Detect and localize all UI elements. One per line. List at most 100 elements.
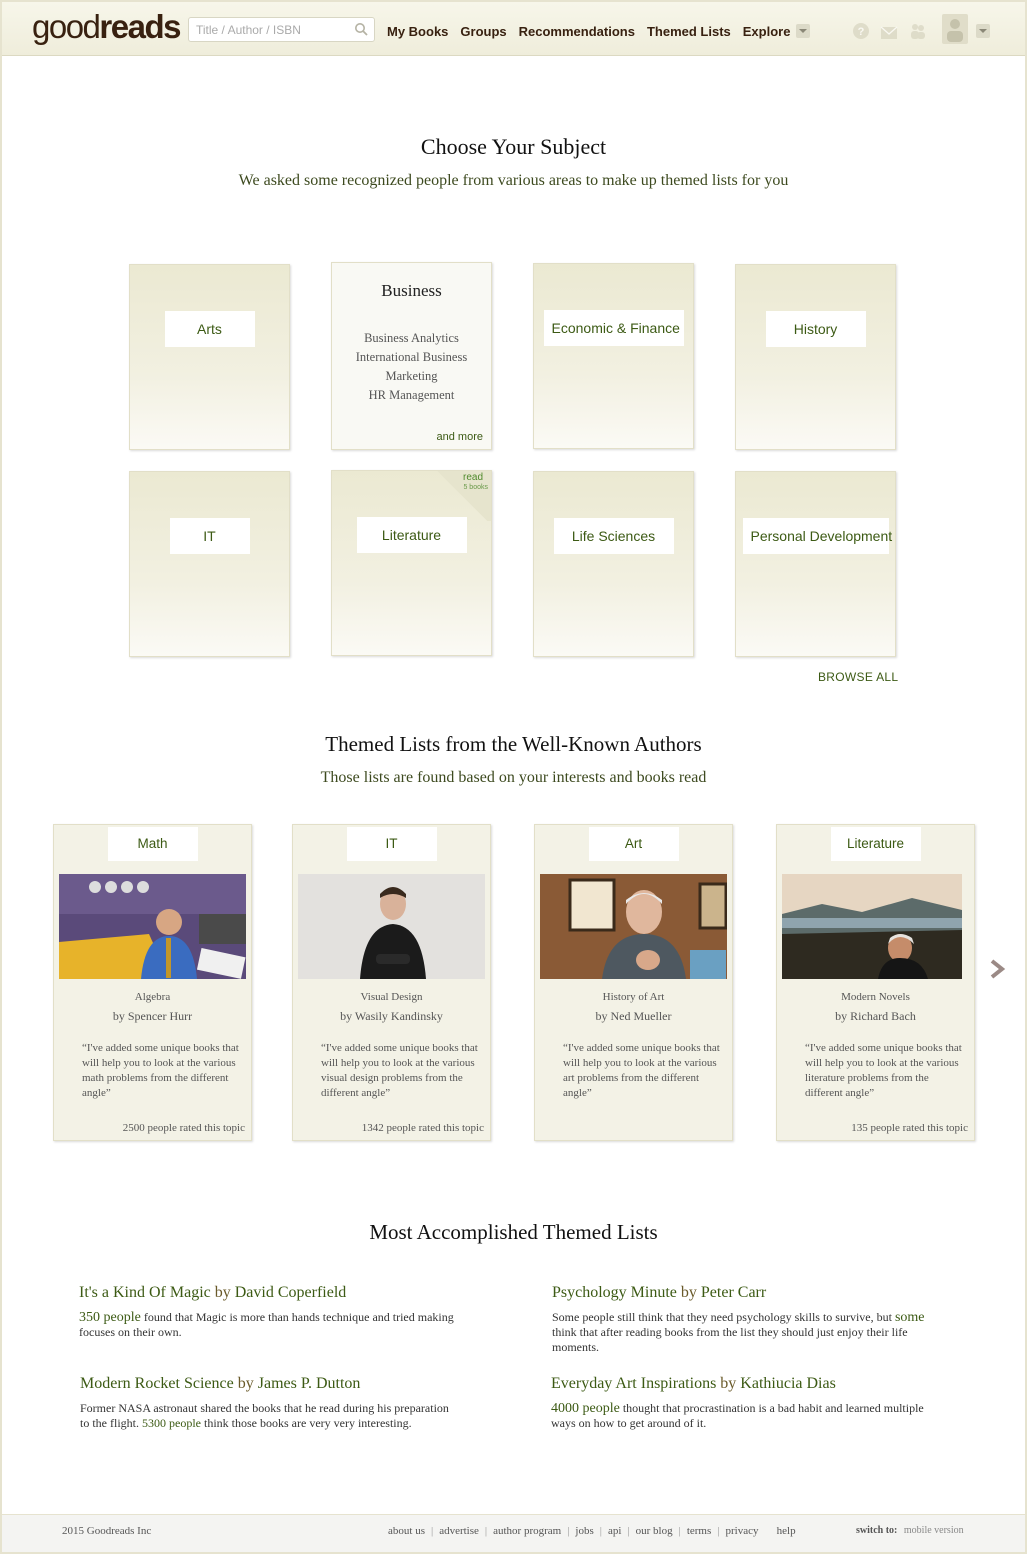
switch-label: switch to: — [856, 1525, 898, 1536]
author-card-it[interactable]: IT Visual Design by Wasily Kandinsky “I'… — [292, 824, 491, 1141]
list-description: 4000 people thought that procrastination… — [551, 1401, 924, 1430]
subject-label[interactable]: Economic & Finance — [543, 310, 684, 346]
authors-subtitle: Those lists are found based on your inte… — [320, 769, 707, 786]
list-title[interactable]: It's a Kind Of Magic by David Coperfield — [79, 1284, 469, 1302]
card-author[interactable]: by Spencer Hurr — [54, 1009, 251, 1024]
subject-label[interactable]: History — [765, 311, 866, 347]
list-title[interactable]: Modern Rocket Science by James P. Dutton — [80, 1375, 456, 1393]
divider: | — [717, 1525, 720, 1537]
nav-explore[interactable]: Explore — [743, 24, 791, 39]
main-nav: My Books Groups Recommendations Themed L… — [387, 24, 802, 39]
accomplished-list-item: Psychology Minute by Peter Carr Some peo… — [552, 1284, 942, 1355]
card-category-tag[interactable]: Math — [107, 827, 198, 861]
and-more-link[interactable]: and more — [437, 431, 483, 443]
footer-link-author-program[interactable]: author program — [493, 1525, 561, 1537]
subject-tile-life-sciences[interactable]: Life Sciences — [533, 471, 694, 657]
list-title[interactable]: Everyday Art Inspirations by Kathiucia D… — [551, 1375, 941, 1393]
footer-link-blog[interactable]: our blog — [636, 1525, 673, 1537]
card-category-tag[interactable]: Literature — [830, 827, 921, 861]
footer-link-api[interactable]: api — [608, 1525, 621, 1537]
account-dropdown-icon[interactable] — [976, 24, 990, 38]
card-topic: Visual Design — [360, 991, 423, 1003]
read-badge: read 5 books — [433, 471, 491, 521]
nav-my-books[interactable]: My Books — [387, 24, 448, 39]
goodreads-logo[interactable]: goodreads — [32, 8, 181, 46]
card-rating-count: 2500 people rated this topic — [122, 1122, 245, 1134]
explore-dropdown-icon[interactable] — [796, 24, 810, 38]
read-badge-count: 5 books — [463, 484, 488, 491]
nav-recommendations[interactable]: Recommendations — [519, 24, 635, 39]
subject-tile-arts[interactable]: Arts — [129, 264, 290, 450]
accomplished-list-item: Everyday Art Inspirations by Kathiucia D… — [551, 1375, 941, 1431]
subject-subcategories: Business Analytics International Busines… — [332, 329, 491, 405]
author-card-literature[interactable]: Literature Modern Novels by Richard Bach… — [776, 824, 975, 1141]
footer-link-terms[interactable]: terms — [687, 1525, 711, 1537]
author-photo — [298, 874, 485, 979]
mobile-version-link[interactable]: mobile version — [904, 1525, 964, 1536]
card-quote: “I've added some unique books that will … — [321, 1042, 478, 1099]
list-description: 350 people found that Magic is more than… — [79, 1310, 454, 1339]
card-quote: “I've added some unique books that will … — [805, 1042, 962, 1099]
subject-tile-it[interactable]: IT — [129, 471, 290, 657]
authors-title: Themed Lists from the Well-Known Authors — [325, 732, 702, 756]
subject-tile-business[interactable]: Business Business Analytics Internationa… — [331, 262, 492, 450]
page-footer: 2015 Goodreads Inc about us | advertise | … — [2, 1514, 1025, 1552]
subject-label[interactable]: IT — [169, 518, 250, 554]
subcategory-link[interactable]: Business Analytics — [332, 329, 491, 348]
question-icon[interactable]: ? — [852, 22, 870, 40]
accomplished-list-item: It's a Kind Of Magic by David Coperfield… — [79, 1284, 469, 1340]
nav-groups[interactable]: Groups — [460, 24, 506, 39]
divider: | — [567, 1525, 570, 1537]
friends-icon[interactable] — [909, 22, 927, 40]
card-topic: History of Art — [602, 991, 665, 1003]
footer-link-jobs[interactable]: jobs — [575, 1525, 593, 1537]
card-topic: Modern Novels — [841, 991, 910, 1003]
subject-title: Business — [381, 281, 442, 300]
author-card-math[interactable]: Math Algebra by Spencer Hurr “I've added… — [53, 824, 252, 1141]
search-box — [188, 17, 375, 42]
subject-tile-literature[interactable]: read 5 books Literature — [331, 470, 492, 656]
list-description: Some people still think that they need p… — [552, 1310, 925, 1354]
mail-icon[interactable] — [880, 24, 898, 42]
nav-themed-lists[interactable]: Themed Lists — [647, 24, 731, 39]
card-author[interactable]: by Ned Mueller — [535, 1009, 732, 1024]
subject-tile-economic-finance[interactable]: Economic & Finance — [533, 263, 694, 449]
divider: | — [484, 1525, 488, 1537]
chevron-right-icon[interactable] — [988, 958, 1006, 980]
search-input[interactable] — [189, 18, 349, 41]
card-category-tag[interactable]: IT — [346, 827, 437, 861]
accomplished-list-item: Modern Rocket Science by James P. Dutton… — [80, 1375, 456, 1431]
subcategory-link[interactable]: International Business — [332, 348, 491, 367]
list-title[interactable]: Psychology Minute by Peter Carr — [552, 1284, 942, 1302]
subject-label[interactable]: Personal Development — [742, 518, 892, 554]
top-header: goodreads My Books Groups Recommendation… — [2, 2, 1025, 56]
svg-text:?: ? — [858, 26, 865, 38]
browse-all-link[interactable]: BROWSE ALL — [818, 670, 898, 684]
footer-links: about us | advertise | author program | job… — [388, 1525, 796, 1537]
card-author[interactable]: by Richard Bach — [777, 1009, 974, 1024]
search-icon[interactable] — [354, 22, 368, 36]
accomplished-title: Most Accomplished Themed Lists — [369, 1220, 658, 1244]
divider: | — [599, 1525, 602, 1537]
divider: | — [627, 1525, 630, 1537]
footer-link-about[interactable]: about us — [388, 1525, 425, 1537]
card-quote: “I've added some unique books that will … — [563, 1042, 720, 1099]
subcategory-link[interactable]: Marketing — [332, 367, 491, 386]
read-badge-label: read — [462, 472, 483, 483]
card-author[interactable]: by Wasily Kandinsky — [293, 1009, 490, 1024]
subject-tile-personal-development[interactable]: Personal Development — [735, 471, 896, 657]
author-photo — [540, 874, 727, 979]
subcategory-link[interactable]: HR Management — [332, 386, 491, 405]
footer-link-privacy[interactable]: privacy — [725, 1525, 758, 1537]
subject-label[interactable]: Arts — [164, 311, 255, 347]
list-description: Former NASA astronaut shared the books t… — [80, 1401, 449, 1430]
subject-label[interactable]: Life Sciences — [553, 518, 674, 554]
subject-tile-history[interactable]: History — [735, 264, 896, 450]
subject-label[interactable]: Literature — [356, 517, 467, 553]
author-card-art[interactable]: Art History of Art by Ned Mueller “I've … — [534, 824, 733, 1141]
card-category-tag[interactable]: Art — [588, 827, 679, 861]
avatar-icon[interactable] — [942, 14, 968, 44]
footer-link-advertise[interactable]: advertise — [439, 1525, 479, 1537]
footer-link-help[interactable]: help — [777, 1525, 796, 1537]
subjects-subtitle: We asked some recognized people from var… — [238, 172, 789, 189]
